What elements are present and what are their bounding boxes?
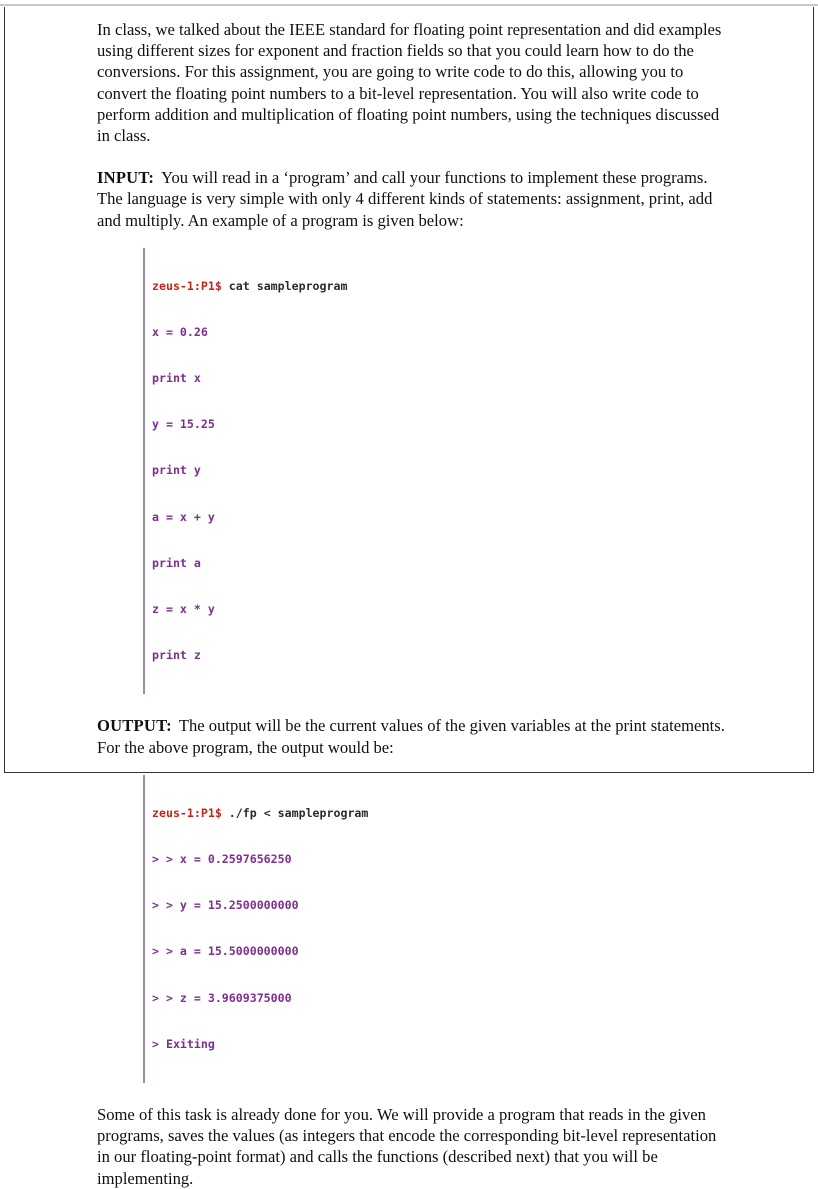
paragraph-input: INPUT: You will read in a ‘program’ and c… xyxy=(97,167,727,231)
code-line: > > a = 15.5000000000 xyxy=(152,944,299,959)
code-line: y = 15.25 xyxy=(152,417,215,432)
code-command-line: zeus-1:P1$ ./fp < sampleprogram xyxy=(152,806,727,821)
shell-command-space xyxy=(222,279,229,293)
shell-prompt: zeus-1:P1$ xyxy=(152,278,222,293)
document-page: In class, we talked about the IEEE stand… xyxy=(4,7,814,1188)
code-line: > > y = 15.2500000000 xyxy=(152,898,299,913)
paragraph-input-text: You will read in a ‘program’ and call yo… xyxy=(97,168,713,230)
document-body: In class, we talked about the IEEE stand… xyxy=(97,19,727,1189)
code-line: > Exiting xyxy=(152,1036,215,1051)
paragraph-output-text: The output will be the current values of… xyxy=(97,716,725,757)
shell-command: cat sampleprogram xyxy=(228,278,348,293)
paragraph-output-lead: OUTPUT: xyxy=(97,716,172,736)
paragraph-closing-text: Some of this task is already done for yo… xyxy=(97,1104,717,1188)
code-line: print a xyxy=(152,555,201,570)
code-line: z = x * y xyxy=(152,602,215,617)
shell-command: ./fp < sampleprogram xyxy=(228,805,369,820)
code-line: > > z = 3.9609375000 xyxy=(152,990,292,1005)
code-block-sample-program: zeus-1:P1$ cat sampleprogram x = 0.26 pr… xyxy=(143,247,727,695)
paragraph-output: OUTPUT: The output will be the current va… xyxy=(97,715,727,757)
shell-command-space xyxy=(222,806,229,820)
code-line: a = x + y xyxy=(152,509,215,524)
top-page-rule xyxy=(0,4,818,6)
code-line: print z xyxy=(152,648,201,663)
code-line: print x xyxy=(152,371,201,386)
code-line: x = 0.26 xyxy=(152,324,208,339)
paragraph-intro: In class, we talked about the IEEE stand… xyxy=(97,19,727,146)
code-line: print y xyxy=(152,463,201,478)
paragraph-closing: Some of this task is already done for yo… xyxy=(97,1104,727,1189)
paragraph-intro-text: In class, we talked about the IEEE stand… xyxy=(97,20,722,146)
code-line: > > x = 0.2597656250 xyxy=(152,851,292,866)
paragraph-input-lead: INPUT: xyxy=(97,168,155,188)
code-block-program-output: zeus-1:P1$ ./fp < sampleprogram > > x = … xyxy=(143,774,727,1083)
shell-prompt: zeus-1:P1$ xyxy=(152,805,222,820)
code-command-line: zeus-1:P1$ cat sampleprogram xyxy=(152,279,727,294)
